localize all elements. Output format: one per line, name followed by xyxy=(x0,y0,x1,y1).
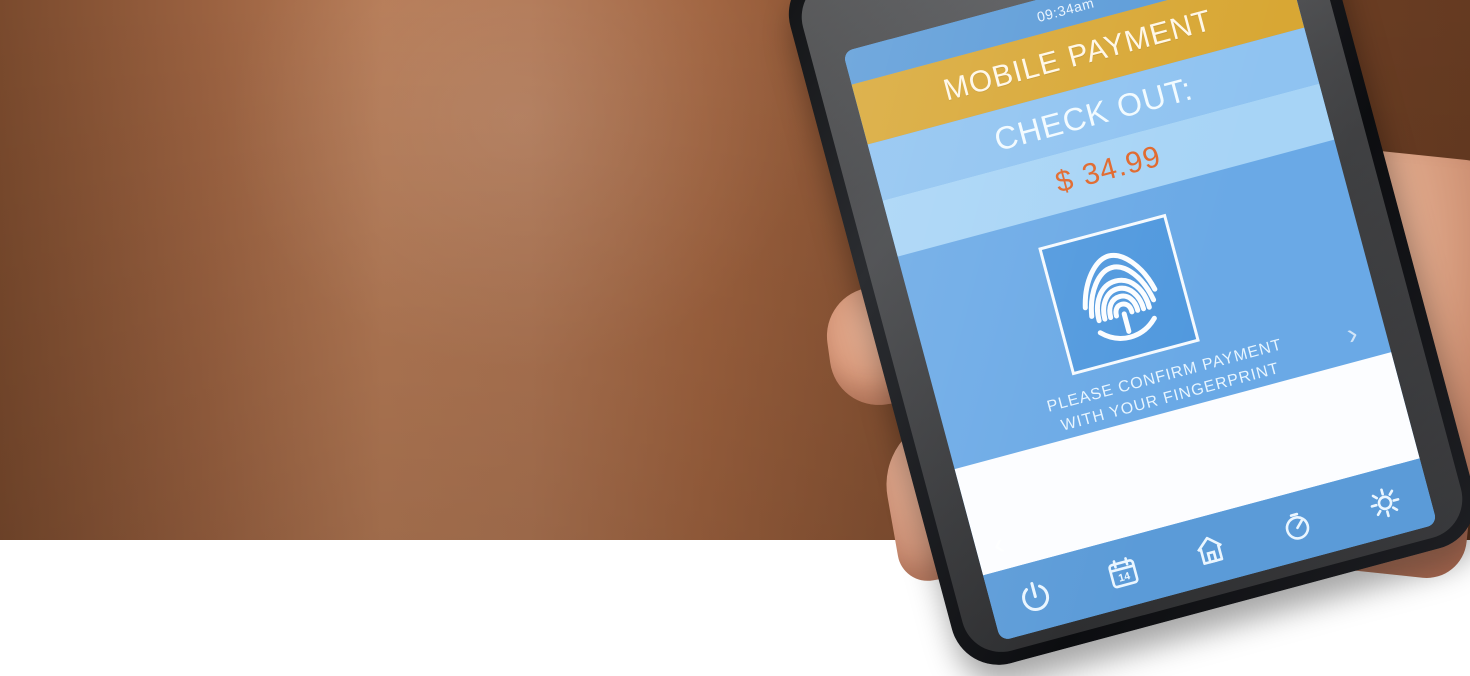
fingerprint-icon xyxy=(1082,252,1158,341)
home-button[interactable] xyxy=(1177,517,1243,583)
smartphone: 09:34am i MOBILE PAYMENT CHECK OUT: $ 34… xyxy=(778,0,1470,676)
timer-icon xyxy=(1286,512,1310,540)
fingerprint-button[interactable] xyxy=(1038,213,1200,376)
chevron-right-icon[interactable]: › xyxy=(1343,317,1376,351)
amount-value: 34.99 xyxy=(1078,139,1165,193)
power-icon xyxy=(1022,581,1050,611)
settings-button[interactable] xyxy=(1352,470,1418,536)
calendar-button[interactable]: 14 xyxy=(1090,540,1156,606)
calendar-icon: 14 xyxy=(1107,557,1139,589)
power-button[interactable] xyxy=(1002,563,1068,629)
home-icon xyxy=(1197,536,1224,565)
timer-button[interactable] xyxy=(1264,493,1330,559)
gear-icon xyxy=(1370,488,1400,518)
currency-symbol: $ xyxy=(1051,163,1078,200)
